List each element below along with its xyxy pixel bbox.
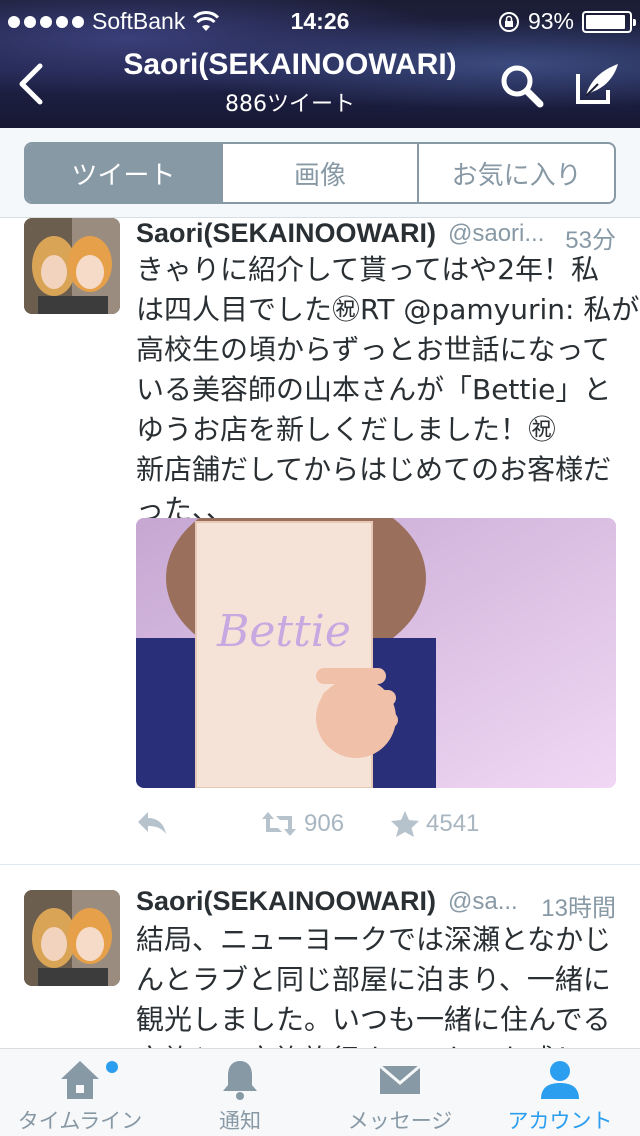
tab-messages[interactable]: メッセージ <box>320 1049 480 1136</box>
tweet-handle[interactable]: @sa... <box>448 888 518 916</box>
segment-tweets[interactable]: ツイート <box>26 144 221 202</box>
tweet-item[interactable]: Saori(SEKAINOOWARI) @saori... 53分 きゃりに紹介… <box>0 218 640 866</box>
tweet-text-line: んとラブと同じ部屋に泊まり、一緒に <box>136 963 611 996</box>
tab-bar: タイムライン 通知 メッセージ アカウント <box>0 1048 640 1136</box>
person-icon <box>541 1061 579 1099</box>
tweet-author[interactable]: Saori(SEKAINOOWARI) <box>136 886 436 917</box>
tweet-text: きゃりに紹介して貰ってはや2年！私 は四人目でした㊗RT @pamyurin: … <box>136 250 640 530</box>
compose-button[interactable] <box>572 60 622 108</box>
retweet-count: 906 <box>304 810 345 837</box>
tweet-count: 886ツイート <box>225 92 355 117</box>
rotation-lock-icon <box>498 11 519 32</box>
tweet-divider <box>0 864 640 865</box>
reply-icon <box>138 812 166 834</box>
status-right: 93% <box>498 8 636 35</box>
favorite-button[interactable]: 4541 <box>390 810 479 838</box>
tweet-handle[interactable]: @saori... <box>448 220 544 248</box>
segmented-control: ツイート 画像 お気に入り <box>24 142 616 204</box>
avatar[interactable] <box>24 218 120 314</box>
segment-favorites[interactable]: お気に入り <box>417 144 614 202</box>
tweet-author[interactable]: Saori(SEKAINOOWARI) <box>136 218 436 249</box>
tweet-feed[interactable]: Saori(SEKAINOOWARI) @saori... 53分 きゃりに紹介… <box>0 218 640 1048</box>
media-photo: Bettie <box>136 518 616 788</box>
avatar-photo <box>24 890 120 986</box>
favorite-count: 4541 <box>426 810 480 837</box>
segment-images[interactable]: 画像 <box>220 144 418 202</box>
bell-icon <box>223 1061 257 1100</box>
status-bar: SoftBank 14:26 93% <box>0 0 640 40</box>
tweet-text-line: ゆうお店を新しくだしました！㊗ <box>136 413 557 446</box>
tweet-text-line: 家族と、家族旅行するみたいな感じの <box>136 1040 622 1048</box>
tweet-text-line: 観光しました。いつも一緒に住んでる <box>136 1003 611 1036</box>
avatar-photo <box>24 218 120 314</box>
tweet-text-line: 結局、ニューヨークでは深瀬となかじ <box>136 923 612 956</box>
reply-button[interactable] <box>136 810 168 836</box>
retweet-button[interactable]: 906 <box>260 810 344 838</box>
tweet-item[interactable]: Saori(SEKAINOOWARI) @sa... 13時間 結局、ニューヨー… <box>0 866 640 1048</box>
media-caption: Bettie <box>216 606 351 657</box>
profile-name-title: Saori(SEKAINOOWARI) <box>123 48 457 81</box>
tweet-text-line: きゃりに紹介して貰ってはや2年！私 <box>136 253 600 286</box>
home-icon <box>61 1061 99 1099</box>
tweet-text-line: は四人目でした㊗RT @pamyurin: 私が <box>136 293 640 326</box>
back-button[interactable] <box>14 62 48 106</box>
tab-label: アカウント <box>507 1109 613 1133</box>
tweet-text-line: 高校生の頃からずっとお世話になって <box>136 333 611 366</box>
battery-icon <box>582 10 636 33</box>
search-button[interactable] <box>498 62 546 110</box>
tab-label: メッセージ <box>347 1109 453 1133</box>
battery-percent: 93% <box>527 8 574 34</box>
tab-notifications[interactable]: 通知 <box>160 1049 320 1136</box>
tweet-time: 13時間 <box>541 895 616 922</box>
envelope-icon <box>379 1064 421 1094</box>
header: SoftBank 14:26 93% Saori(SEKAINOOWARI) 8… <box>0 0 640 128</box>
tweet-media-image[interactable]: Bettie <box>136 518 616 788</box>
tab-label: タイムライン <box>17 1109 143 1133</box>
unread-badge <box>106 1061 118 1073</box>
retweet-icon <box>262 812 296 836</box>
segment-bar: ツイート 画像 お気に入り <box>0 128 640 218</box>
navigation-bar: Saori(SEKAINOOWARI) 886ツイート <box>0 40 640 128</box>
battery-fill <box>586 14 626 29</box>
avatar[interactable] <box>24 890 120 986</box>
tweet-text-line: 新店舗だしてからはじめてのお客様だ <box>136 453 612 486</box>
tab-label: 通知 <box>219 1109 261 1133</box>
tab-account[interactable]: アカウント <box>480 1049 640 1136</box>
tweet-text-line: いる美容師の山本さんが「Bettie」と <box>136 373 612 406</box>
tab-timeline[interactable]: タイムライン <box>0 1049 160 1136</box>
tweet-actions: 906 4541 <box>136 810 616 850</box>
star-icon <box>391 811 419 837</box>
tweet-text: 結局、ニューヨークでは深瀬となかじ んとラブと同じ部屋に泊まり、一緒に 観光しま… <box>136 920 622 1048</box>
